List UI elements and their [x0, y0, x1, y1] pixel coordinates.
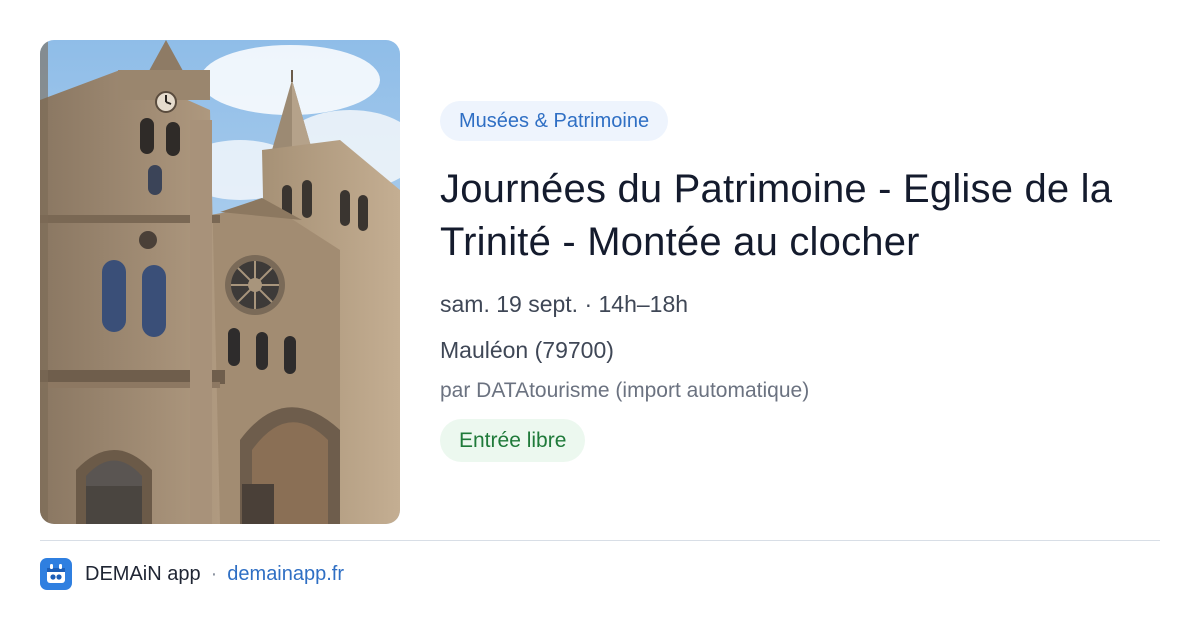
footer-separator: ·: [210, 562, 218, 585]
domain-link[interactable]: demainapp.fr: [227, 563, 344, 586]
app-name: DEMAiN app: [85, 562, 201, 585]
event-card[interactable]: Musées & Patrimoine Journées du Patrimoi…: [0, 0, 1200, 630]
event-title[interactable]: Journées du Patrimoine - Eglise de la Tr…: [440, 163, 1160, 269]
footer: DEMAiN app · demainapp.fr: [40, 557, 344, 591]
price-badge: Entrée libre: [440, 419, 586, 462]
demain-app-icon[interactable]: [40, 558, 72, 590]
event-datetime: sam. 19 sept. · 14h–18h: [440, 291, 689, 317]
category-badge[interactable]: Musées & Patrimoine: [440, 101, 669, 141]
event-info: Musées & Patrimoine Journées du Patrimoi…: [440, 101, 1160, 462]
footer-divider: [40, 540, 1160, 541]
event-photo: [40, 40, 400, 524]
event-source: par DATAtourisme (import automatique): [440, 379, 810, 402]
event-location: Mauléon (79700): [440, 337, 614, 363]
